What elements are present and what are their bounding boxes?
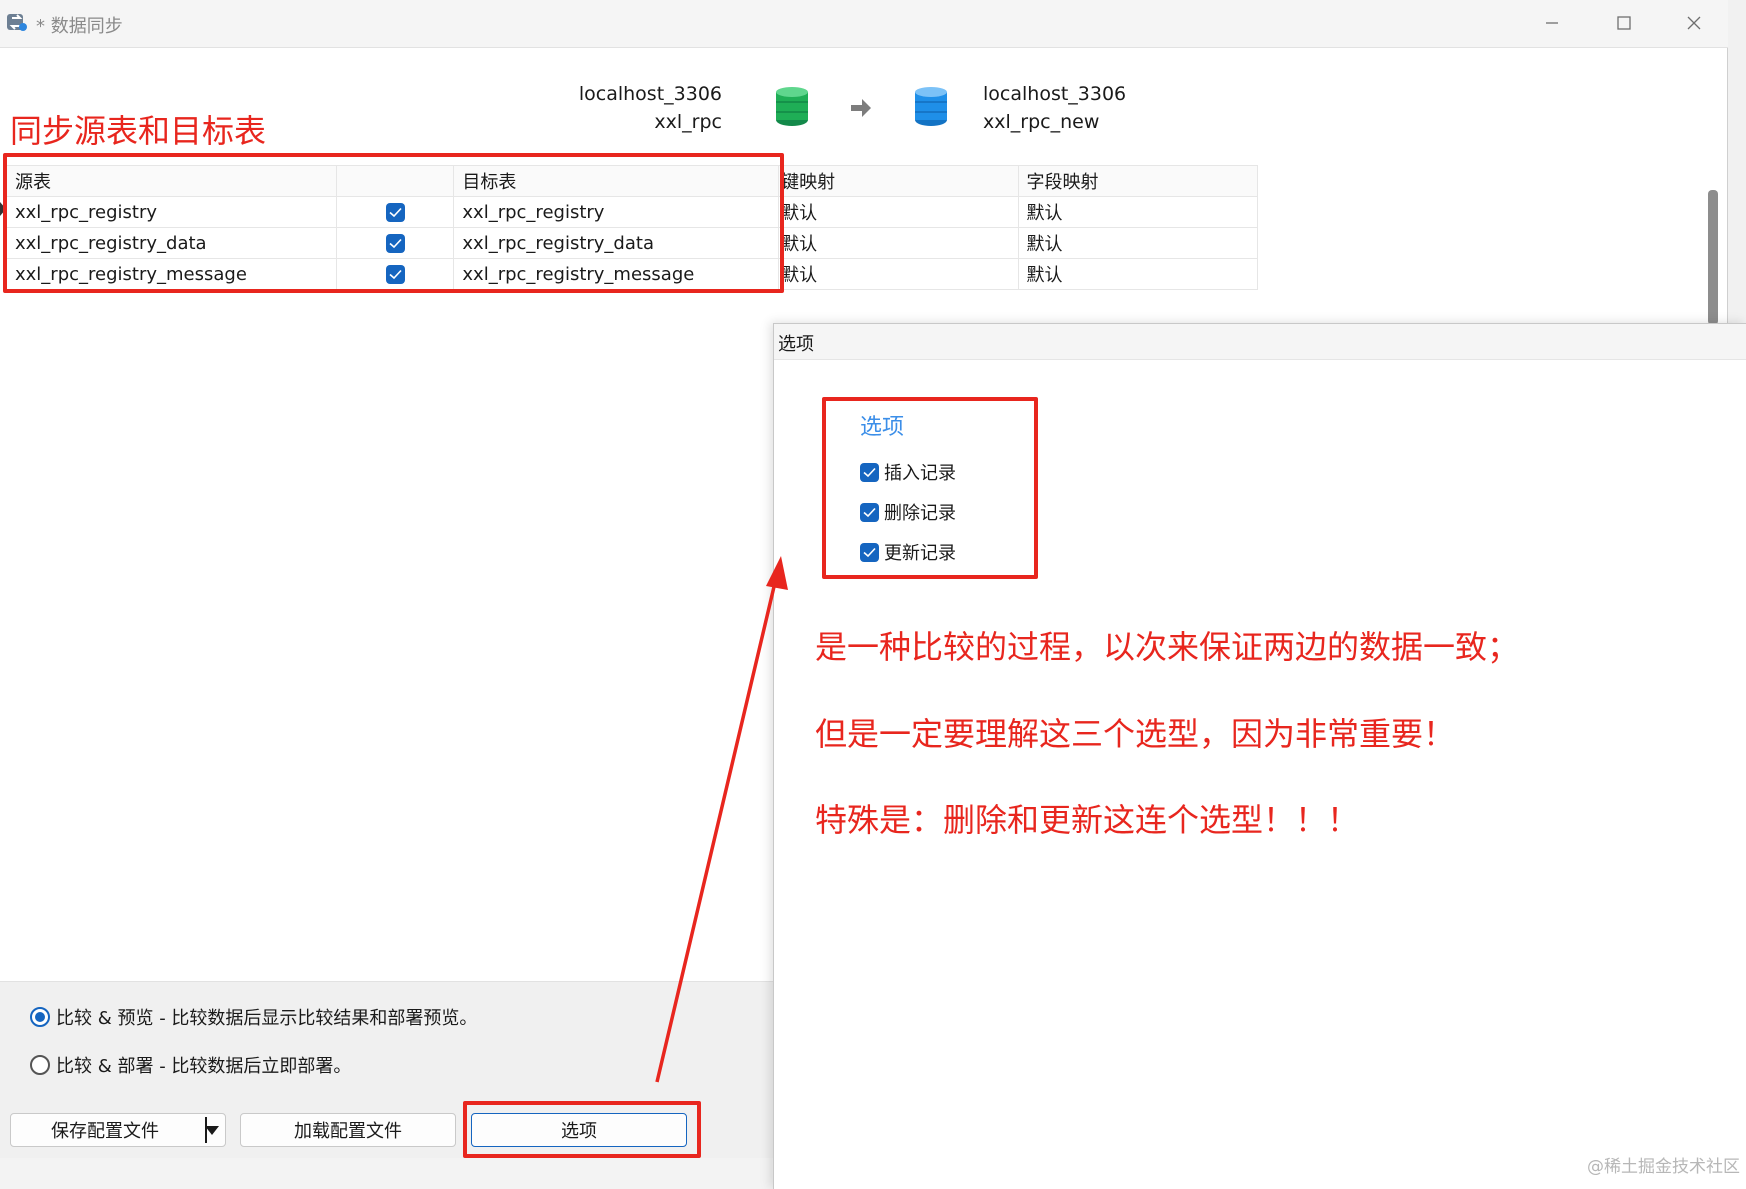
- target-server: localhost_3306: [983, 83, 1127, 105]
- field-mapping-cell[interactable]: 默认: [1017, 196, 1258, 228]
- header-field-mapping[interactable]: 字段映射: [1017, 165, 1258, 197]
- radio-compare-deploy[interactable]: [30, 1055, 50, 1075]
- target-database: xxl_rpc_new: [983, 111, 1100, 133]
- title-bar: * 数据同步: [0, 0, 1728, 48]
- watermark: @稀土掘金技术社区: [1587, 1157, 1740, 1177]
- source-database: xxl_rpc: [654, 111, 722, 133]
- source-server: localhost_3306: [578, 83, 722, 105]
- vertical-scrollbar[interactable]: [1708, 190, 1718, 325]
- mode-compare-deploy-label: 比较 & 部署 - 比较数据后立即部署。: [56, 1056, 352, 1077]
- close-button[interactable]: [1672, 8, 1716, 38]
- field-mapping-cell[interactable]: 默认: [1017, 227, 1258, 259]
- window-title: * 数据同步: [36, 16, 123, 37]
- radio-compare-preview[interactable]: [30, 1007, 50, 1027]
- sync-arrow-icon: [851, 99, 871, 117]
- annotation-highlight-options-button: [463, 1101, 701, 1158]
- target-connection: localhost_3306 xxl_rpc_new: [983, 80, 1126, 136]
- key-mapping-cell[interactable]: 默认: [778, 196, 1019, 228]
- field-mapping-cell[interactable]: 默认: [1017, 258, 1258, 290]
- dropdown-arrow-icon[interactable]: [205, 1126, 219, 1135]
- annotation-note-1: 是一种比较的过程，以次来保证两边的数据一致；: [815, 628, 1520, 666]
- save-config-label: 保存配置文件: [51, 1121, 159, 1142]
- annotation-highlight-table: [3, 153, 784, 293]
- key-mapping-cell[interactable]: 默认: [778, 258, 1019, 290]
- maximize-button[interactable]: [1602, 8, 1646, 38]
- annotation-note-3: 特殊是：删除和更新这连个选型！！！: [815, 801, 1360, 839]
- annotation-note-2: 但是一定要理解这三个选型，因为非常重要！: [815, 715, 1456, 753]
- app-icon: [7, 14, 27, 31]
- source-database-icon: [776, 87, 808, 126]
- save-config-button[interactable]: 保存配置文件: [10, 1113, 226, 1147]
- annotation-table-note: 同步源表和目标表: [10, 112, 267, 150]
- load-config-label: 加载配置文件: [294, 1121, 402, 1142]
- close-icon: [1687, 16, 1701, 30]
- header-key-mapping[interactable]: 键映射: [778, 165, 1019, 197]
- load-config-button[interactable]: 加载配置文件: [240, 1113, 456, 1147]
- minimize-icon: [1546, 22, 1558, 24]
- options-dialog-titlebar: 选项: [774, 324, 1746, 360]
- annotation-highlight-options-group: [822, 397, 1038, 579]
- mode-compare-preview[interactable]: 比较 & 预览 - 比较数据后显示比较结果和部署预览。: [30, 1004, 477, 1030]
- options-dialog-title: 选项: [778, 334, 814, 355]
- key-mapping-cell[interactable]: 默认: [778, 227, 1019, 259]
- background-window-edge: [1728, 0, 1746, 323]
- source-connection: localhost_3306 xxl_rpc: [579, 80, 722, 136]
- maximize-icon: [1617, 16, 1631, 30]
- target-database-icon: [915, 87, 947, 126]
- mode-compare-preview-label: 比较 & 预览 - 比较数据后显示比较结果和部署预览。: [56, 1008, 478, 1029]
- mode-compare-deploy[interactable]: 比较 & 部署 - 比较数据后立即部署。: [30, 1052, 351, 1078]
- minimize-button[interactable]: [1530, 8, 1574, 38]
